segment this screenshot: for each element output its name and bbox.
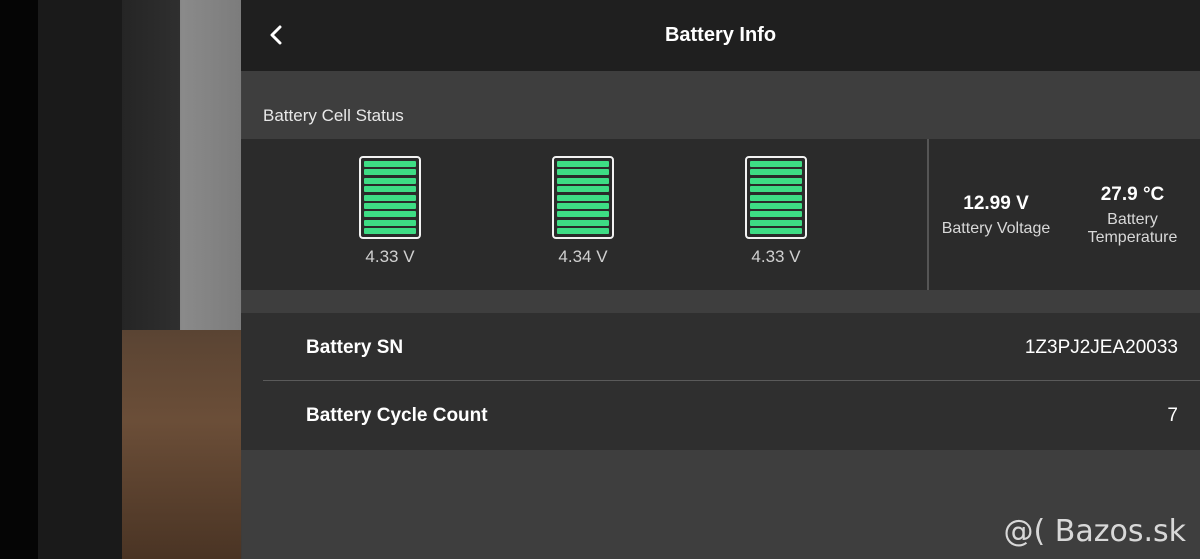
battery-temperature-label: Battery Temperature [1087,211,1178,246]
battery-cell-1: 4.33 V [350,156,430,267]
background-door [122,0,180,330]
battery-cycle-count-value: 7 [1167,405,1178,426]
battery-sn-label: Battery SN [306,337,404,358]
section-label: Battery Cell Status [263,106,404,125]
battery-info-panel: Battery Info Battery Cell Status 4.33 V … [241,0,1200,559]
battery-sn-value: 1Z3PJ2JEA20033 [1024,337,1178,358]
cell-voltage: 4.33 V [751,247,801,266]
cell-voltage: 4.33 V [365,247,415,266]
battery-temperature-value: 27.9 °C [1100,184,1165,205]
header-bar: Battery Info [241,0,1200,71]
battery-cycle-count-label: Battery Cycle Count [306,405,488,426]
background-strip [38,0,122,559]
back-button[interactable] [261,20,291,50]
battery-voltage-label: Battery Voltage [941,220,1051,237]
watermark: @( Bazos.sk [1003,514,1186,549]
battery-voltage-value: 12.99 V [963,193,1029,214]
battery-cell-icon [359,156,421,239]
battery-cell-3: 4.33 V [736,156,816,267]
battery-stats-band: 12.99 V Battery Voltage 27.9 °C Battery … [929,139,1200,290]
battery-voltage-stat: 12.99 V Battery Voltage [929,193,1063,238]
battery-sn-row: Battery SN 1Z3PJ2JEA20033 [263,314,1200,382]
row-divider [263,380,1200,381]
battery-cell-icon [552,156,614,239]
background-edge [0,0,38,559]
battery-cell-2: 4.34 V [543,156,623,267]
battery-cycle-count-row: Battery Cycle Count 7 [263,382,1200,450]
battery-temperature-stat: 27.9 °C Battery Temperature [1075,184,1190,247]
cell-voltage: 4.34 V [558,247,608,266]
battery-details: Battery SN 1Z3PJ2JEA20033 Battery Cycle … [241,313,1200,450]
cell-status-band: 4.33 V 4.34 V 4.33 V [241,139,927,290]
chevron-left-icon [270,25,282,45]
battery-cell-icon [745,156,807,239]
page-title: Battery Info [664,24,777,46]
background-floor [122,330,242,559]
